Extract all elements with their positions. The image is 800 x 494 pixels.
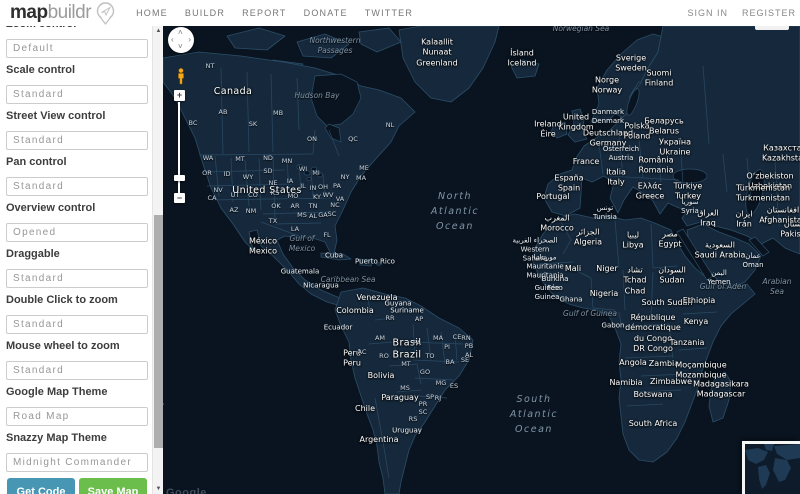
pan-right-icon[interactable]: › bbox=[188, 36, 191, 44]
select-overview-control[interactable]: Opened bbox=[6, 223, 148, 242]
street-view-pegman-icon[interactable] bbox=[176, 68, 186, 90]
settings-sidebar: Zoom control Default Scale control Standard… bbox=[0, 26, 152, 494]
map-pin-icon bbox=[96, 2, 115, 25]
select-google-map-theme[interactable]: Road Map bbox=[6, 407, 148, 426]
field-label: Scale control bbox=[6, 64, 76, 76]
settings-form: Zoom control Default Scale control Standard… bbox=[0, 26, 152, 494]
world-map-graphic bbox=[163, 26, 800, 494]
sidebar-buttons: Get Code Save Map bbox=[6, 478, 148, 494]
field-label: Overview control bbox=[6, 202, 96, 214]
select-snazzy-map-theme[interactable]: Midnight Commander bbox=[6, 453, 148, 472]
select-mouse-wheel-to-zoom[interactable]: Standard bbox=[6, 361, 148, 380]
pan-left-icon[interactable]: ‹ bbox=[171, 36, 174, 44]
select-double-click-to-zoom[interactable]: Standard bbox=[6, 315, 148, 334]
nav-item-donate[interactable]: DONATE bbox=[304, 8, 348, 18]
get-code-button[interactable]: Get Code bbox=[7, 478, 75, 494]
pan-control[interactable]: ˄ ˅ ‹ › bbox=[168, 27, 194, 53]
field-mouse-wheel-to-zoom: Mouse wheel to zoom Standard bbox=[6, 340, 148, 380]
zoom-handle[interactable] bbox=[174, 175, 185, 181]
field-overview-control: Overview control Opened bbox=[6, 202, 148, 242]
field-label: Snazzy Map Theme bbox=[6, 432, 107, 444]
field-google-map-theme: Google Map Theme Road Map bbox=[6, 386, 148, 426]
overview-map-inset[interactable] bbox=[742, 441, 800, 494]
main-nav: HOME BUILDR REPORT DONATE TWITTER bbox=[136, 8, 413, 18]
map-type-control[interactable] bbox=[755, 26, 789, 30]
pan-down-icon[interactable]: ˅ bbox=[178, 43, 183, 51]
nav-item-twitter[interactable]: TWITTER bbox=[365, 8, 413, 18]
field-label: Double Click to zoom bbox=[6, 294, 118, 306]
field-label: Draggable bbox=[6, 248, 60, 260]
field-label: Street View control bbox=[6, 110, 106, 122]
field-street-view-control: Street View control Standard bbox=[6, 110, 148, 150]
select-street-view-control[interactable]: Standard bbox=[6, 131, 148, 150]
account-link-sign-in[interactable]: SIGN IN bbox=[687, 8, 728, 18]
zoom-in-button[interactable]: + bbox=[174, 90, 185, 101]
nav-item-report[interactable]: REPORT bbox=[242, 8, 287, 18]
select-draggable[interactable]: Standard bbox=[6, 269, 148, 288]
field-zoom-control: Zoom control Default bbox=[6, 26, 148, 58]
select-pan-control[interactable]: Standard bbox=[6, 177, 148, 196]
account-nav: SIGN IN REGISTER bbox=[687, 8, 796, 18]
field-label: Mouse wheel to zoom bbox=[6, 340, 120, 352]
save-map-button[interactable]: Save Map bbox=[79, 478, 147, 494]
select-zoom-control[interactable]: Default bbox=[6, 39, 148, 58]
field-scale-control: Scale control Standard bbox=[6, 64, 148, 104]
field-snazzy-map-theme: Snazzy Map Theme Midnight Commander bbox=[6, 432, 148, 472]
logo-text-light: buildr bbox=[47, 2, 92, 23]
pan-up-icon[interactable]: ˄ bbox=[178, 29, 183, 37]
google-attribution: Google bbox=[166, 487, 207, 494]
nav-item-buildr[interactable]: BUILDR bbox=[185, 8, 225, 18]
map-canvas[interactable]: North Atlantic Ocean South Atlantic Ocean… bbox=[163, 26, 800, 494]
field-double-click-to-zoom: Double Click to zoom Standard bbox=[6, 294, 148, 334]
overview-map-graphic bbox=[745, 444, 800, 494]
logo[interactable]: map buildr bbox=[10, 1, 116, 25]
field-pan-control: Pan control Standard bbox=[6, 156, 148, 196]
logo-text-bold: map bbox=[10, 2, 48, 23]
field-label: Zoom control bbox=[6, 26, 148, 31]
scrollbar-thumb[interactable] bbox=[154, 215, 163, 448]
app-window: map buildr HOME BUILDR REPORT DONATE TWITTER … bbox=[0, 0, 800, 494]
nav-item-home[interactable]: HOME bbox=[136, 8, 168, 18]
field-label: Google Map Theme bbox=[6, 386, 108, 398]
select-scale-control[interactable]: Standard bbox=[6, 85, 148, 104]
field-draggable: Draggable Standard bbox=[6, 248, 148, 288]
zoom-out-button[interactable]: − bbox=[174, 193, 185, 203]
sidebar-scrollbar[interactable]: ▲ ▼ bbox=[152, 26, 163, 494]
header: map buildr HOME BUILDR REPORT DONATE TWITTER … bbox=[0, 0, 800, 26]
account-link-register[interactable]: REGISTER bbox=[742, 8, 796, 18]
field-label: Pan control bbox=[6, 156, 67, 168]
